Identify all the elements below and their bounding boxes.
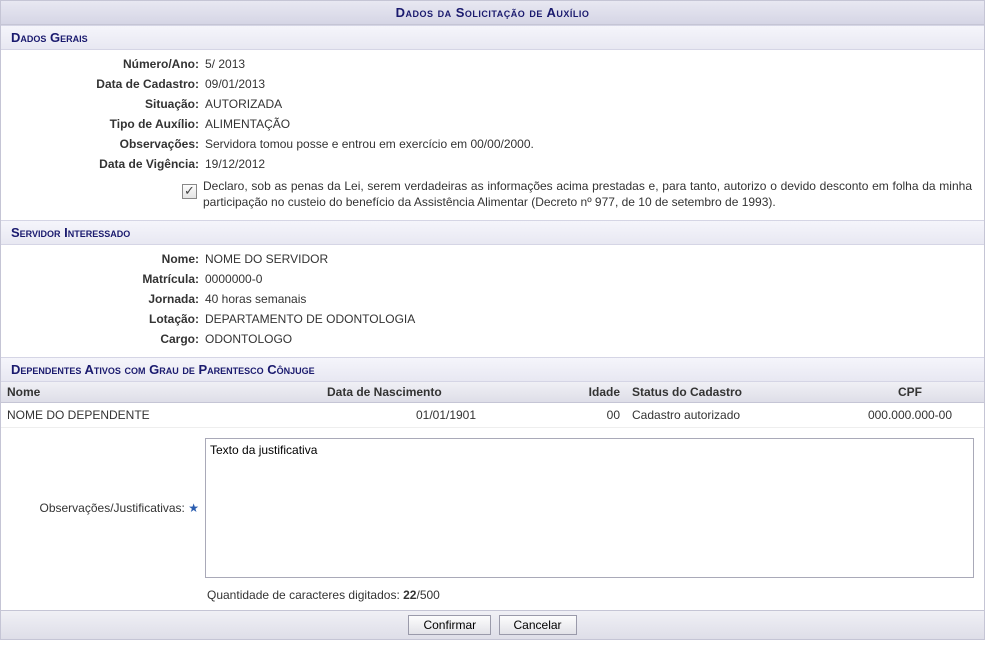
value-numero-ano: 5/ 2013 <box>203 57 980 71</box>
label-cargo: Cargo: <box>5 332 203 346</box>
section-header-dependentes: Dependentes Ativos com Grau de Parentesc… <box>1 357 984 382</box>
value-situacao: AUTORIZADA <box>203 97 980 111</box>
value-matricula: 0000000-0 <box>203 272 980 286</box>
label-data-cadastro: Data de Cadastro: <box>5 77 203 91</box>
label-observacoes: Observações: <box>5 137 203 151</box>
justificativa-textarea[interactable] <box>205 438 974 578</box>
label-matricula: Matrícula: <box>5 272 203 286</box>
cell-data-nascimento: 01/01/1901 <box>321 403 571 428</box>
section-body-servidor: Nome: NOME DO SERVIDOR Matrícula: 000000… <box>1 245 984 357</box>
col-header-data-nascimento: Data de Nascimento <box>321 382 571 403</box>
required-star-icon: ★ <box>188 501 199 515</box>
col-header-nome: Nome <box>1 382 321 403</box>
section-header-dados-gerais: Dados Gerais <box>1 25 984 50</box>
value-data-cadastro: 09/01/2013 <box>203 77 980 91</box>
cell-nome: NOME DO DEPENDENTE <box>1 403 321 428</box>
label-nome-servidor: Nome: <box>5 252 203 266</box>
justificativa-row: Observações/Justificativas: ★ <box>1 428 984 582</box>
label-numero-ano: Número/Ano: <box>5 57 203 71</box>
declaration-check-cell <box>5 178 203 210</box>
char-count-value: 22 <box>403 588 416 602</box>
value-tipo-auxilio: ALIMENTAÇÃO <box>203 117 980 131</box>
col-header-status: Status do Cadastro <box>626 382 836 403</box>
dependentes-table-wrap: Nome Data de Nascimento Idade Status do … <box>1 382 984 428</box>
table-row: NOME DO DEPENDENTE 01/01/1901 00 Cadastr… <box>1 403 984 428</box>
char-count-max: /500 <box>416 588 439 602</box>
declaration-text: Declaro, sob as penas da Lei, serem verd… <box>203 178 980 210</box>
confirm-button[interactable]: Confirmar <box>408 615 491 635</box>
dependentes-table: Nome Data de Nascimento Idade Status do … <box>1 382 984 428</box>
label-situacao: Situação: <box>5 97 203 111</box>
cancel-button[interactable]: Cancelar <box>499 615 577 635</box>
label-justificativa-text: Observações/Justificativas: <box>40 501 185 515</box>
form-container: Dados da Solicitação de Auxílio Dados Ge… <box>0 0 985 640</box>
char-count-prefix: Quantidade de caracteres digitados: <box>207 588 403 602</box>
value-cargo: ODONTOLOGO <box>203 332 980 346</box>
button-bar: Confirmar Cancelar <box>1 610 984 639</box>
value-observacoes: Servidora tomou posse e entrou em exercí… <box>203 137 980 151</box>
label-lotacao: Lotação: <box>5 312 203 326</box>
col-header-cpf: CPF <box>836 382 984 403</box>
value-nome-servidor: NOME DO SERVIDOR <box>203 252 980 266</box>
value-jornada: 40 horas semanais <box>203 292 980 306</box>
label-data-vigencia: Data de Vigência: <box>5 157 203 171</box>
col-header-idade: Idade <box>571 382 626 403</box>
label-tipo-auxilio: Tipo de Auxílio: <box>5 117 203 131</box>
cell-cpf: 000.000.000-00 <box>836 403 984 428</box>
label-justificativa: Observações/Justificativas: ★ <box>7 501 205 515</box>
cell-status: Cadastro autorizado <box>626 403 836 428</box>
label-jornada: Jornada: <box>5 292 203 306</box>
value-lotacao: DEPARTAMENTO DE ODONTOLOGIA <box>203 312 980 326</box>
value-data-vigencia: 19/12/2012 <box>203 157 980 171</box>
section-header-servidor: Servidor Interessado <box>1 220 984 245</box>
declaration-checkbox[interactable] <box>182 184 197 199</box>
section-body-dados-gerais: Número/Ano: 5/ 2013 Data de Cadastro: 09… <box>1 50 984 220</box>
cell-idade: 00 <box>571 403 626 428</box>
page-title: Dados da Solicitação de Auxílio <box>1 1 984 25</box>
char-count-row: Quantidade de caracteres digitados: 22/5… <box>1 582 984 610</box>
